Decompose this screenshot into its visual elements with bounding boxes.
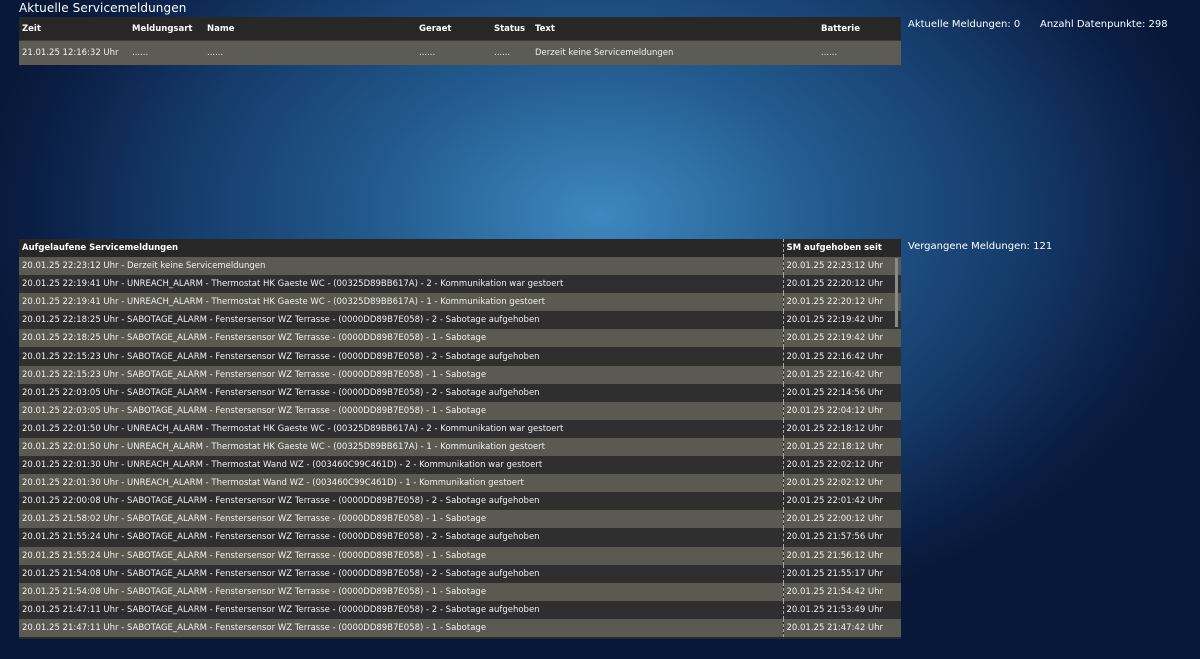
table-row[interactable]: 20.01.25 22:00:08 Uhr - SABOTAGE_ALARM -… — [19, 492, 901, 511]
cell-cleared-since: 20.01.25 21:55:17 Uhr — [782, 564, 901, 583]
cell-zeit: 21.01.25 12:16:32 Uhr — [19, 41, 129, 65]
cell-cleared-since: 20.01.25 21:47:42 Uhr — [782, 618, 901, 637]
table-row[interactable]: 20.01.25 22:19:41 Uhr - UNREACH_ALARM - … — [19, 293, 901, 312]
table-row[interactable]: 20.01.25 22:15:23 Uhr - SABOTAGE_ALARM -… — [19, 347, 901, 366]
table-row[interactable]: 20.01.25 22:03:05 Uhr - SABOTAGE_ALARM -… — [19, 401, 901, 420]
table-row[interactable]: 20.01.25 22:18:25 Uhr - SABOTAGE_ALARM -… — [19, 329, 901, 348]
past-header-row: Aufgelaufene Servicemeldungen SM aufgeho… — [19, 239, 901, 257]
cell-batterie: ...... — [818, 41, 901, 65]
cell-message: 20.01.25 22:15:23 Uhr - SABOTAGE_ALARM -… — [19, 365, 783, 384]
table-row[interactable]: 20.01.25 22:18:25 Uhr - SABOTAGE_ALARM -… — [19, 311, 901, 330]
cell-message: 20.01.25 22:03:05 Uhr - SABOTAGE_ALARM -… — [19, 401, 783, 420]
current-table-row[interactable]: 21.01.25 12:16:32 Uhr ...... ...... ....… — [19, 41, 901, 65]
header-text[interactable]: Text — [532, 17, 818, 40]
cell-cleared-since: 20.01.25 22:01:42 Uhr — [782, 492, 901, 511]
cell-message: 20.01.25 21:47:11 Uhr - SABOTAGE_ALARM -… — [19, 618, 783, 637]
cell-cleared-since: 20.01.25 22:20:12 Uhr — [782, 275, 901, 294]
cell-message: 20.01.25 22:18:25 Uhr - SABOTAGE_ALARM -… — [19, 311, 783, 330]
cell-meldungsart: ...... — [129, 41, 204, 65]
cell-name: ...... — [204, 41, 416, 65]
header-aufgelaufene[interactable]: Aufgelaufene Servicemeldungen — [19, 239, 783, 257]
table-row[interactable]: 20.01.25 22:23:12 Uhr - Derzeit keine Se… — [19, 257, 901, 276]
table-row[interactable]: 20.01.25 22:01:30 Uhr - UNREACH_ALARM - … — [19, 474, 901, 493]
cell-cleared-since: 20.01.25 22:23:12 Uhr — [782, 257, 901, 276]
current-count: Aktuelle Meldungen: 0 — [908, 19, 1021, 30]
cell-cleared-since: 20.01.25 22:00:12 Uhr — [782, 510, 901, 529]
header-zeit[interactable]: Zeit — [19, 17, 129, 40]
scrollbar-thumb[interactable] — [895, 258, 898, 327]
header-batterie[interactable]: Batterie — [818, 17, 901, 40]
table-row[interactable]: 20.01.25 21:54:08 Uhr - SABOTAGE_ALARM -… — [19, 582, 901, 601]
cell-cleared-since: 20.01.25 22:20:12 Uhr — [782, 293, 901, 312]
past-count: Vergangene Meldungen: 121 — [908, 241, 1053, 252]
table-row[interactable]: 20.01.25 22:01:50 Uhr - UNREACH_ALARM - … — [19, 419, 901, 438]
cell-message: 20.01.25 22:19:41 Uhr - UNREACH_ALARM - … — [19, 293, 783, 312]
table-row[interactable]: 20.01.25 21:55:24 Uhr - SABOTAGE_ALARM -… — [19, 546, 901, 565]
cell-message: 20.01.25 22:18:25 Uhr - SABOTAGE_ALARM -… — [19, 329, 783, 348]
past-messages-panel[interactable]: Aufgelaufene Servicemeldungen SM aufgeho… — [19, 239, 901, 639]
cell-cleared-since: 20.01.25 21:57:56 Uhr — [782, 528, 901, 547]
cell-cleared-since: 20.01.25 21:56:12 Uhr — [782, 546, 901, 565]
table-row[interactable]: 20.01.25 22:01:30 Uhr - UNREACH_ALARM - … — [19, 456, 901, 475]
cell-geraet: ...... — [416, 41, 491, 65]
cell-cleared-since: 20.01.25 22:16:42 Uhr — [782, 347, 901, 366]
cell-message: 20.01.25 22:19:41 Uhr - UNREACH_ALARM - … — [19, 275, 783, 294]
cell-message: 20.01.25 22:01:30 Uhr - UNREACH_ALARM - … — [19, 474, 783, 493]
cell-message: 20.01.25 21:58:02 Uhr - SABOTAGE_ALARM -… — [19, 510, 783, 529]
cell-message: 20.01.25 22:01:30 Uhr - UNREACH_ALARM - … — [19, 456, 783, 475]
cell-message: 20.01.25 22:01:50 Uhr - UNREACH_ALARM - … — [19, 419, 783, 438]
cell-cleared-since: 20.01.25 21:53:49 Uhr — [782, 600, 901, 619]
current-header-row: Zeit Meldungsart Name Geraet Status Text… — [19, 17, 901, 40]
cell-cleared-since: 20.01.25 22:18:12 Uhr — [782, 419, 901, 438]
cell-cleared-since: 20.01.25 22:02:12 Uhr — [782, 456, 901, 475]
cell-message: 20.01.25 21:55:24 Uhr - SABOTAGE_ALARM -… — [19, 528, 783, 547]
cell-message: 20.01.25 21:55:24 Uhr - SABOTAGE_ALARM -… — [19, 546, 783, 565]
cell-cleared-since: 20.01.25 22:16:42 Uhr — [782, 365, 901, 384]
header-meldungsart[interactable]: Meldungsart — [129, 17, 204, 40]
cell-cleared-since: 20.01.25 22:14:56 Uhr — [782, 383, 901, 402]
header-geraet[interactable]: Geraet — [416, 17, 491, 40]
cell-text: Derzeit keine Servicemeldungen — [532, 41, 818, 65]
cell-cleared-since: 20.01.25 22:19:42 Uhr — [782, 329, 901, 348]
cell-cleared-since: 20.01.25 22:04:12 Uhr — [782, 401, 901, 420]
table-row[interactable]: 20.01.25 22:01:50 Uhr - UNREACH_ALARM - … — [19, 437, 901, 457]
cell-message: 20.01.25 21:54:08 Uhr - SABOTAGE_ALARM -… — [19, 564, 783, 583]
page-title: Aktuelle Servicemeldungen — [19, 1, 187, 15]
header-name[interactable]: Name — [204, 17, 416, 40]
past-table-body: 20.01.25 22:23:12 Uhr - Derzeit keine Se… — [19, 257, 901, 637]
cell-message: 20.01.25 22:03:05 Uhr - SABOTAGE_ALARM -… — [19, 383, 783, 402]
table-row[interactable]: 20.01.25 21:47:11 Uhr - SABOTAGE_ALARM -… — [19, 618, 901, 637]
cell-cleared-since: 20.01.25 22:18:12 Uhr — [782, 437, 901, 457]
header-status[interactable]: Status — [491, 17, 532, 40]
cell-message: 20.01.25 21:54:08 Uhr - SABOTAGE_ALARM -… — [19, 582, 783, 601]
cell-status: ...... — [491, 41, 532, 65]
cell-message: 20.01.25 22:15:23 Uhr - SABOTAGE_ALARM -… — [19, 347, 783, 366]
cell-message: 20.01.25 21:47:11 Uhr - SABOTAGE_ALARM -… — [19, 600, 783, 619]
table-row[interactable]: 20.01.25 22:19:41 Uhr - UNREACH_ALARM - … — [19, 275, 901, 294]
cell-cleared-since: 20.01.25 21:54:42 Uhr — [782, 582, 901, 601]
datapoint-count: Anzahl Datenpunkte: 298 — [1040, 19, 1168, 30]
cell-message: 20.01.25 22:00:08 Uhr - SABOTAGE_ALARM -… — [19, 492, 783, 511]
past-messages-table: Aufgelaufene Servicemeldungen SM aufgeho… — [19, 239, 901, 637]
table-row[interactable]: 20.01.25 21:58:02 Uhr - SABOTAGE_ALARM -… — [19, 510, 901, 529]
current-messages-table: Zeit Meldungsart Name Geraet Status Text… — [19, 17, 901, 65]
cell-cleared-since: 20.01.25 22:02:12 Uhr — [782, 474, 901, 493]
cell-message: 20.01.25 22:23:12 Uhr - Derzeit keine Se… — [19, 257, 783, 276]
table-row[interactable]: 20.01.25 21:55:24 Uhr - SABOTAGE_ALARM -… — [19, 528, 901, 547]
table-row[interactable]: 20.01.25 22:15:23 Uhr - SABOTAGE_ALARM -… — [19, 365, 901, 384]
table-row[interactable]: 20.01.25 22:03:05 Uhr - SABOTAGE_ALARM -… — [19, 383, 901, 402]
table-row[interactable]: 20.01.25 21:47:11 Uhr - SABOTAGE_ALARM -… — [19, 600, 901, 619]
cell-cleared-since: 20.01.25 22:19:42 Uhr — [782, 311, 901, 330]
cell-message: 20.01.25 22:01:50 Uhr - UNREACH_ALARM - … — [19, 437, 783, 457]
header-aufgehoben-seit[interactable]: SM aufgehoben seit — [782, 239, 901, 257]
table-row[interactable]: 20.01.25 21:54:08 Uhr - SABOTAGE_ALARM -… — [19, 564, 901, 583]
